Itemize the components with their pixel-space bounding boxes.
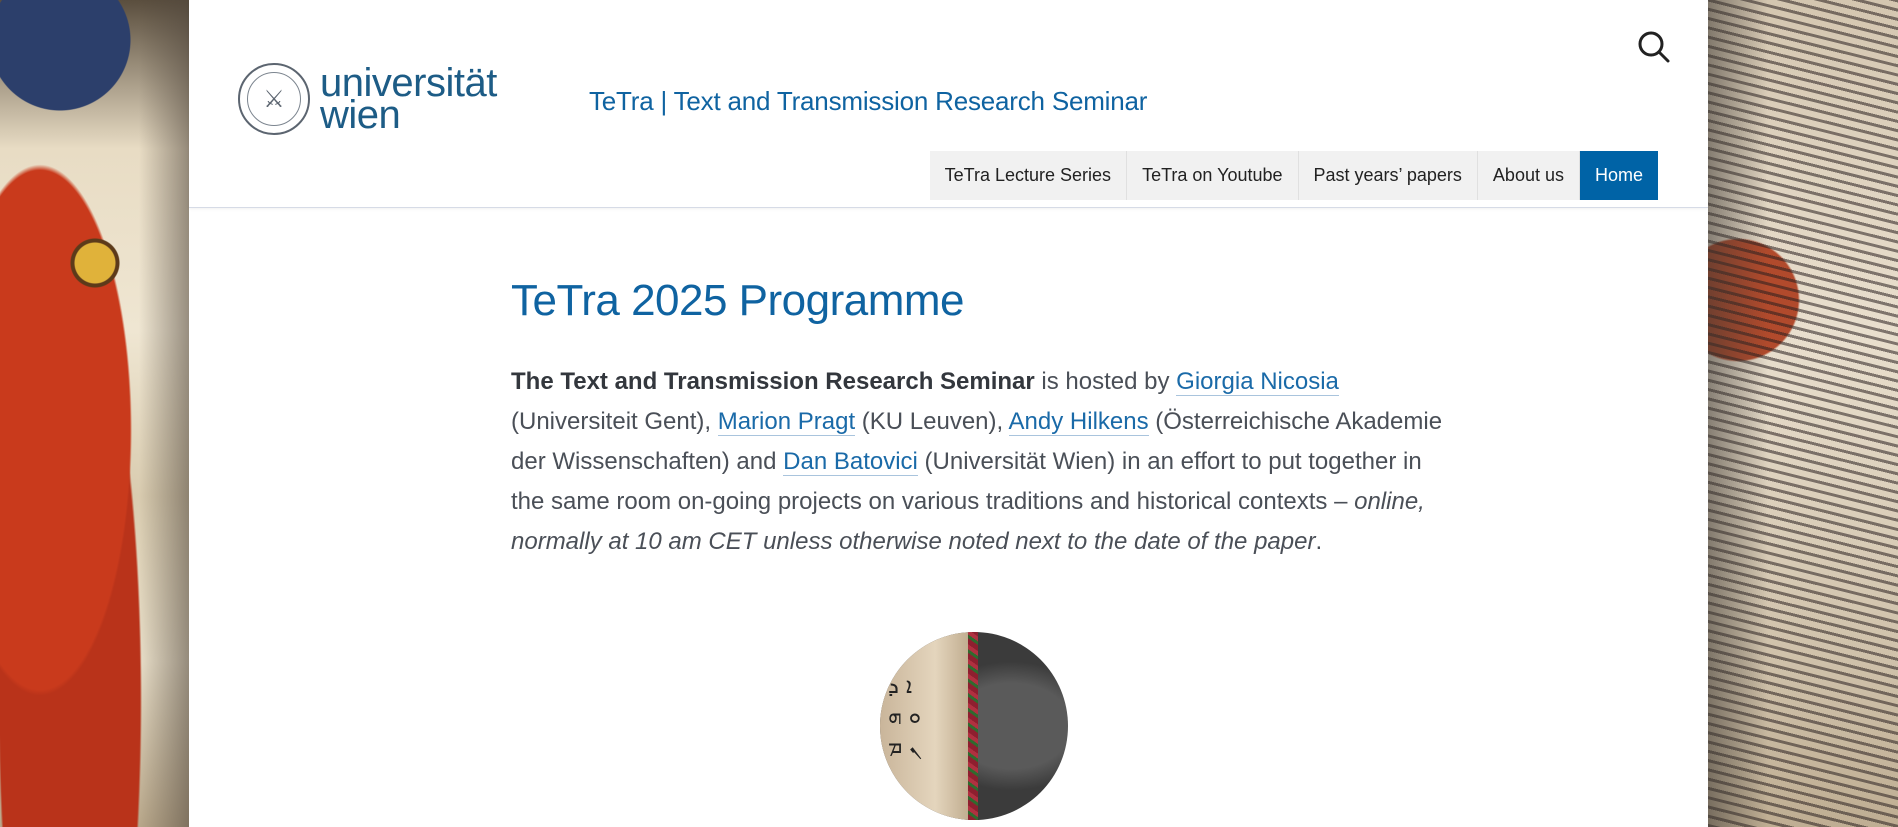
nav-item-about-us[interactable]: About us: [1477, 151, 1580, 200]
nav-item-lecture-series[interactable]: TeTra Lecture Series: [929, 151, 1128, 200]
search-icon[interactable]: [1637, 30, 1671, 64]
main-nav: TeTra Lecture Series TeTra on Youtube Pa…: [929, 151, 1658, 200]
site-header: ⚔ universität wien TeTra | Text and Tran…: [189, 0, 1708, 208]
intro-text: (Universiteit Gent),: [511, 408, 718, 435]
intro-text: is hosted by: [1034, 368, 1177, 395]
link-giorgia-nicosia[interactable]: Giorgia Nicosia: [1176, 368, 1339, 396]
seal-icon: ⚔: [238, 63, 310, 135]
intro-text: (KU Leuven),: [855, 408, 1009, 435]
link-marion-pragt[interactable]: Marion Pragt: [717, 408, 856, 436]
link-andy-hilkens[interactable]: Andy Hilkens: [1008, 408, 1149, 436]
intro-bold: The Text and Transmission Research Semin…: [511, 368, 1035, 395]
main-content: TeTra 2025 Programme The Text and Transm…: [511, 276, 1451, 586]
nav-item-youtube[interactable]: TeTra on Youtube: [1127, 151, 1299, 200]
logo-wordmark: universität wien: [320, 63, 497, 135]
manuscript-image: ܐ ܕܘ ܗܢ ܡ: [880, 632, 1068, 820]
background-image-right: [1708, 0, 1898, 827]
nav-item-home[interactable]: Home: [1579, 151, 1658, 200]
page: ⚔ universität wien TeTra | Text and Tran…: [189, 0, 1708, 827]
link-dan-batovici[interactable]: Dan Batovici: [783, 448, 918, 476]
university-logo[interactable]: ⚔ universität wien: [238, 63, 497, 135]
site-title[interactable]: TeTra | Text and Transmission Research S…: [589, 86, 1147, 117]
intro-paragraph: The Text and Transmission Research Semin…: [511, 362, 1451, 562]
page-title: TeTra 2025 Programme: [511, 276, 965, 325]
nav-item-past-papers[interactable]: Past years’ papers: [1298, 151, 1478, 200]
intro-text: .: [1315, 528, 1323, 555]
background-image-left: [0, 0, 189, 827]
